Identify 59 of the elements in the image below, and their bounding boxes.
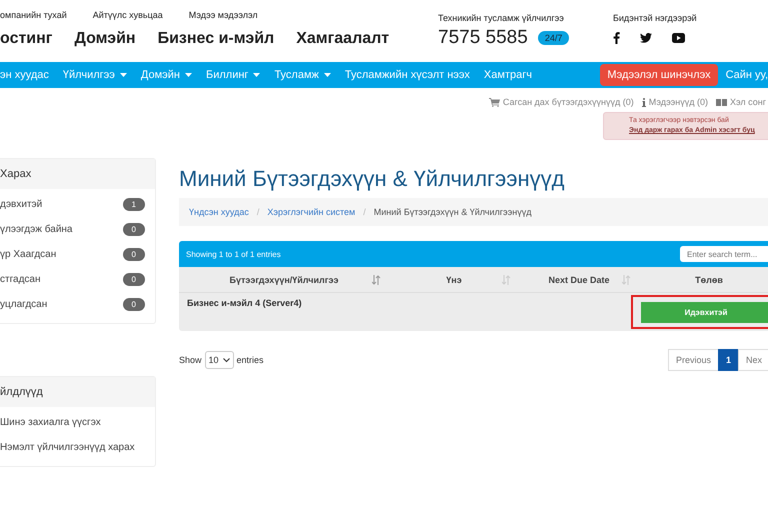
main-nav-link[interactable]: Бизнес и-мэйл [158,30,274,48]
entries-label: entries [236,355,264,365]
product-cell[interactable]: Бизнес и-мэйл 4 (Server4) [187,298,302,331]
chevron-icon [222,358,230,362]
cart-icon [488,98,500,106]
count-badge: 0 [122,298,145,311]
action-link[interactable]: Шинэ захиалга үүсгэх [0,410,155,435]
status-label: Идэвхитэй [641,302,768,323]
show-label: Show [179,355,202,365]
notices-link[interactable]: Мэдээнүүд (0) [642,96,708,108]
update-info-button[interactable]: Мэдээлэл шинэчлэх [600,64,718,86]
cart-link[interactable]: Сагсан дах бүтээгдэхүүнүүд (0) [488,96,634,108]
count-badge: 0 [122,273,145,286]
status-filter-item[interactable]: үлээгдэж байна 0 [0,217,155,242]
language-icon [716,98,727,106]
breadcrumb-separator: / [256,207,260,217]
caret-icon [185,73,192,77]
phone-number: 7575 5585 [438,27,528,49]
caret-icon [120,73,127,77]
count-badge: 0 [122,223,145,236]
support-label: Техникийн тусламж үйлчилгээ [438,13,565,23]
panel-title: йлдлүүд [0,386,43,398]
info-icon [642,98,646,106]
main-nav-link[interactable]: Хамгаалалт [296,30,390,48]
status-filter-item[interactable]: уцлагдсан 0 [0,292,155,317]
breadcrumb-separator: / [363,207,366,217]
youtube-icon[interactable] [672,33,685,43]
caret-icon [324,73,331,77]
entries-info: Showing 1 to 1 of 1 entries [186,250,281,258]
count-badge: 1 [122,198,145,211]
status-filter-item[interactable]: дэвхитэй 1 [0,192,155,217]
page-size-select[interactable]: 10 [204,351,234,369]
social-label: Бидэнтэй нэгдээрэй [613,13,697,23]
facebook-icon[interactable] [613,32,620,44]
page-title: Миний Бүтээгдэхүүн & Үйлчилгээнүүд [179,166,566,192]
status-filter-item[interactable]: стгадсан 0 [0,267,155,292]
column-header[interactable]: Төлөв [695,274,723,284]
availability-badge: 24/7 [538,31,570,45]
count-badge: 0 [122,248,145,261]
caret-icon [253,73,260,77]
top-link[interactable]: омпанийн тухай [0,10,67,20]
main-nav-link[interactable]: Домэйн [74,30,136,48]
panel-title: Харах [0,168,32,180]
column-header[interactable]: Үнэ [446,274,462,284]
language-link[interactable]: Хэл сонг [716,96,766,108]
top-link[interactable]: Мэдээ мэдээлэл [188,10,258,20]
breadcrumb-item: Миний Бүтээгдэхүүн & Үйлчилгээнүүд [374,207,532,217]
search-field[interactable]: Enter search term... [680,246,768,262]
twitter-icon[interactable] [640,33,652,43]
column-header[interactable]: Бүтээгдэхүүн/Үйлчилгээ [230,274,338,284]
top-link[interactable]: Айтүүлс хувьцаа [92,10,163,20]
column-header[interactable]: Next Due Date [548,274,610,284]
main-nav-link[interactable]: остинг [0,30,52,48]
breadcrumb-item[interactable]: Хэрэглэгчийн систем [267,207,356,217]
action-link[interactable]: Нэмэлт үйлчилгээнүүд харах [0,435,155,460]
pagination-button[interactable]: Nex [738,349,768,371]
breadcrumb-item[interactable]: Үндсэн хуудас [189,207,249,217]
pagination-button[interactable]: 1 [718,349,739,371]
status-filter-item[interactable]: үр Хаагдсан 0 [0,242,155,267]
